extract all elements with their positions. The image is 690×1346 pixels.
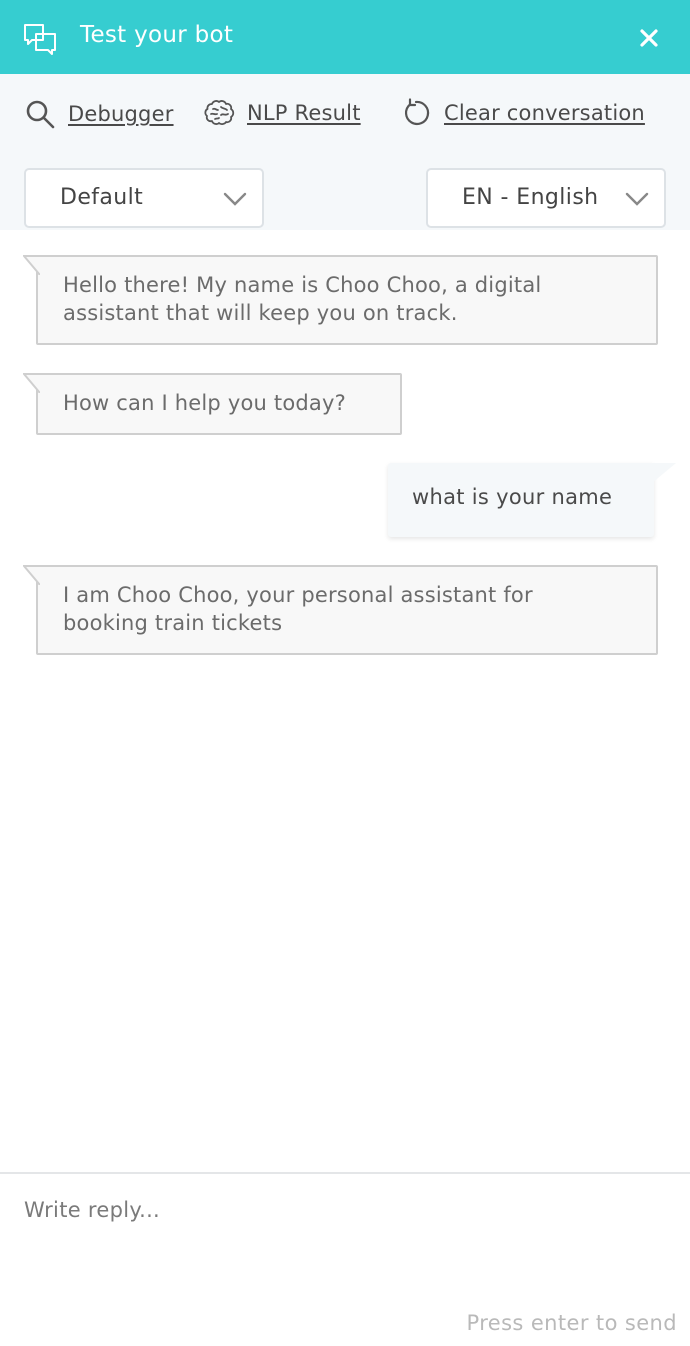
user-message: what is your name [388,463,676,537]
toolbar-area: Debugger NLP Result Clear conversation D… [0,74,690,230]
language-select-value: EN - English [462,185,599,210]
nlp-result-label[interactable]: NLP Result [247,101,361,125]
bubble-tail [652,463,676,483]
refresh-icon [405,98,430,126]
debugger-link[interactable]: Debugger [24,98,174,130]
workspace-select[interactable]: Default [24,168,264,228]
nlp-result-link[interactable]: NLP Result [203,98,361,128]
search-icon [26,100,55,129]
header-bar: Test your bot [0,0,690,74]
bubble-tail [23,565,40,585]
chevron-down-icon [625,192,649,206]
brain-icon [204,100,235,125]
bot-message-text: How can I help you today? [63,391,346,415]
bot-message: I am Choo Choo, your personal assistant … [23,565,658,655]
chevron-down-icon [223,192,247,206]
bot-message-text: Hello there! My name is Choo Choo, a dig… [63,273,542,325]
debugger-label[interactable]: Debugger [68,102,174,126]
bot-message-text: I am Choo Choo, your personal assistant … [63,583,533,635]
send-hint: Press enter to send [466,1311,677,1335]
language-select[interactable]: EN - English [426,168,666,228]
user-message-text: what is your name [412,485,613,509]
bot-message: Hello there! My name is Choo Choo, a dig… [23,255,658,345]
chat-bubbles-icon [23,22,57,56]
close-icon[interactable] [638,27,660,49]
bot-message: How can I help you today? [23,373,402,435]
workspace-select-value: Default [60,185,144,210]
clear-conversation-link[interactable]: Clear conversation [401,98,645,128]
composer: Press enter to send [0,1172,690,1346]
reply-input[interactable] [24,1198,664,1278]
panel-title: Test your bot [80,22,234,48]
clear-conversation-label[interactable]: Clear conversation [444,101,645,125]
bubble-tail [23,255,40,275]
bubble-tail [23,373,40,393]
